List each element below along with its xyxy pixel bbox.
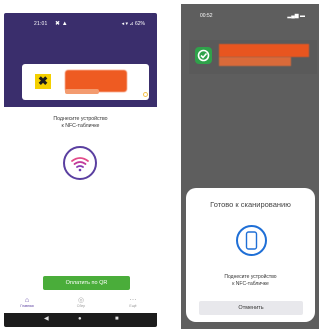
- home-icon: ⌂: [24, 297, 30, 304]
- left-phone-screen: 21:01 ✖ ▲ ◂ ▾ ⊿ 62% ✖ Поднесите устройст…: [4, 13, 157, 327]
- redacted-merchant-detail: [65, 89, 99, 94]
- phone-scan-icon: [236, 225, 267, 256]
- redacted-notification-title: [219, 44, 309, 57]
- nav-home-icon[interactable]: ●: [78, 316, 82, 323]
- signal-icon: ◂ ▾ ⊿: [121, 21, 134, 27]
- status-time: 00:52: [200, 13, 213, 19]
- status-right: ◂ ▾ ⊿ 62%: [122, 21, 145, 27]
- signal-icon: ▂▄▆: [287, 13, 299, 19]
- battery-level: 62%: [134, 21, 145, 27]
- more-icon: ⋯: [129, 297, 137, 304]
- status-right: ▂▄▆ ▬: [287, 13, 305, 19]
- bottom-tab-bar: ⌂ Главная ◎ Сбер ⋯ Ещё: [4, 294, 157, 311]
- sheet-title: Готово к сканированию: [210, 200, 291, 209]
- app-header: ✖: [4, 35, 157, 107]
- tab-more-label: Ещё: [129, 304, 137, 308]
- tab-home-label: Главная: [20, 304, 34, 308]
- right-phone-screen: 00:52 ▂▄▆ ▬ Готово к сканированию Поднес…: [181, 4, 319, 329]
- nfc-instruction-line-2: к NFC-табличке: [232, 280, 269, 287]
- app-icon: [195, 47, 212, 64]
- notification-icons: ✖ ▲: [55, 21, 68, 27]
- card-indicator-icon: [143, 92, 148, 97]
- nfc-icon: [63, 146, 97, 180]
- nfc-instruction-line-2: к NFC-табличке: [61, 123, 100, 129]
- nfc-instruction: Поднесите устройство к NFC-табличке: [186, 274, 315, 287]
- status-bar: 00:52 ▂▄▆ ▬: [181, 4, 319, 19]
- pay-by-qr-button[interactable]: Оплатить по QR: [43, 276, 130, 290]
- tab-more[interactable]: ⋯ Ещё: [121, 297, 145, 308]
- redacted-notification-text: [219, 57, 291, 66]
- tab-sber[interactable]: ◎ Сбер: [69, 297, 93, 308]
- target-icon: ◎: [77, 297, 85, 304]
- system-nav-bar: ◀ ● ■: [4, 313, 157, 327]
- status-time: 21:01: [34, 21, 48, 27]
- tab-home[interactable]: ⌂ Главная: [15, 297, 39, 308]
- app-notification-banner[interactable]: [189, 40, 317, 74]
- tab-sber-label: Сбер: [76, 304, 86, 308]
- nav-recents-icon[interactable]: ■: [115, 316, 119, 323]
- status-bar: 21:01 ✖ ▲ ◂ ▾ ⊿ 62%: [4, 13, 157, 35]
- nfc-instruction: Поднесите устройство к NFC-табличке: [4, 116, 157, 130]
- nfc-instruction-line-1: Поднесите устройство: [53, 116, 108, 122]
- brand-logo-icon: ✖: [35, 74, 51, 89]
- nav-back-icon[interactable]: ◀: [44, 316, 49, 323]
- cancel-button[interactable]: Отменить: [199, 301, 303, 315]
- merchant-card[interactable]: ✖: [22, 64, 149, 100]
- battery-icon: ▬: [300, 13, 305, 19]
- nfc-scan-sheet: Готово к сканированию Поднесите устройст…: [186, 188, 315, 322]
